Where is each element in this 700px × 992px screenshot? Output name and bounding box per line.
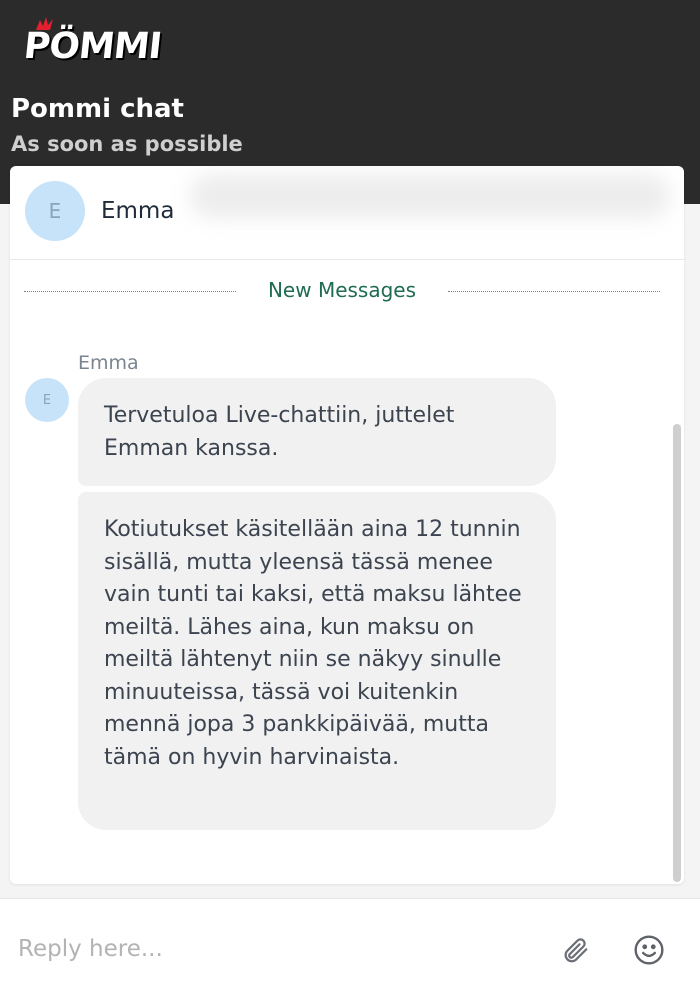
smiley-icon[interactable] xyxy=(632,933,666,967)
agent-name: Emma xyxy=(101,198,175,224)
new-messages-divider: New Messages xyxy=(24,276,660,306)
pommi-logo: PÖMMI xyxy=(10,10,163,70)
message-sender-name: Emma xyxy=(78,352,139,374)
reply-input[interactable] xyxy=(18,933,538,965)
reply-composer xyxy=(0,898,700,992)
logo-wordmark: PÖMMI xyxy=(21,26,164,67)
page-title: Pommi chat xyxy=(11,94,184,124)
agent-avatar: E xyxy=(25,181,85,241)
message-bubble: Tervetuloa Live-chattiin, juttelet Emman… xyxy=(78,378,556,486)
message-avatar: E xyxy=(25,378,69,422)
page-subtitle: As soon as possible xyxy=(11,132,243,156)
divider-line-right xyxy=(448,291,660,292)
blurred-region xyxy=(190,174,670,218)
chat-panel: E Emma New Messages Emma E Tervetuloa Li… xyxy=(10,166,684,884)
message-bubble: Kotiutukset käsitellään aina 12 tunnin s… xyxy=(78,492,556,830)
agent-header: E Emma xyxy=(10,166,684,260)
paperclip-icon[interactable] xyxy=(558,933,592,967)
message-scrollbar[interactable] xyxy=(673,424,681,882)
divider-line-left xyxy=(24,291,236,292)
new-messages-label: New Messages xyxy=(267,278,417,302)
